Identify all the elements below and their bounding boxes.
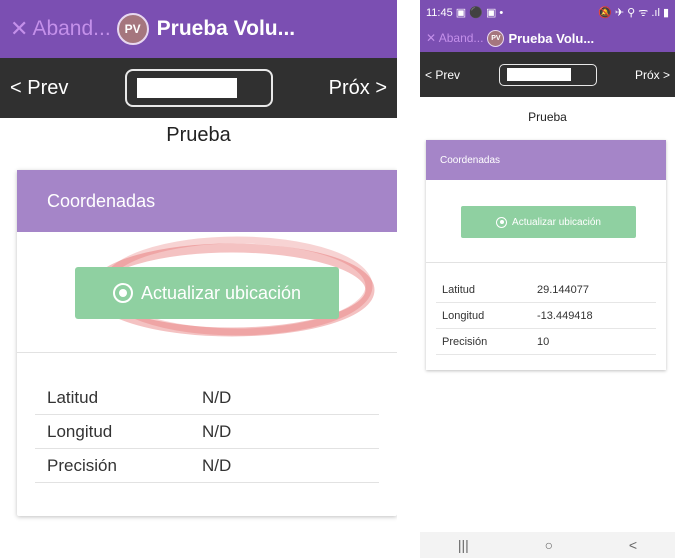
row-label: Longitud <box>47 421 113 441</box>
prev-button[interactable]: < Prev <box>420 68 465 82</box>
list-item: Latitud 29.144077 <box>436 277 656 303</box>
row-label: Latitud <box>47 387 99 407</box>
page-selector[interactable] <box>498 63 597 86</box>
list-item: Longitud -13.449418 <box>436 303 656 329</box>
update-location-button[interactable]: Actualizar ubicación <box>461 206 636 238</box>
button-area: Actualizar ubicación <box>17 232 397 353</box>
abandon-button[interactable]: ✕ Aband... <box>10 16 111 42</box>
row-label: Longitud <box>442 309 485 322</box>
form-title: Prueba <box>528 110 567 124</box>
android-nav-bar: ||| ○ < <box>420 532 675 558</box>
location-target-icon <box>112 283 133 303</box>
row-value: 29.144077 <box>537 283 589 296</box>
page-title: Prueba Volu... <box>508 30 595 46</box>
row-value: N/D <box>202 387 232 407</box>
row-value: N/D <box>202 421 232 441</box>
recent-apps-button[interactable]: ||| <box>458 537 469 553</box>
notification-icons: ▣ ⚫ ▣ • <box>455 6 504 19</box>
update-location-label: Actualizar ubicación <box>512 216 601 228</box>
list-item: Precisión 10 <box>436 329 656 355</box>
form-title: Prueba <box>166 124 231 146</box>
close-icon: ✕ <box>10 16 29 41</box>
page-title: Prueba Volu... <box>156 17 296 40</box>
list-item: Latitud N/D <box>35 381 379 415</box>
status-time: 11:45 <box>426 6 453 19</box>
coordinates-card: Coordenadas Actualizar ubicación Latitud… <box>426 140 666 370</box>
list-item: Longitud N/D <box>35 415 379 449</box>
avatar: PV <box>116 13 149 45</box>
coordinates-list: Latitud 29.144077 Longitud -13.449418 Pr… <box>426 263 666 355</box>
update-location-button[interactable]: Actualizar ubicación <box>75 267 339 319</box>
nav-bar: < Prev Próx > <box>420 52 675 97</box>
status-left: 11:45 ▣ ⚫ ▣ • <box>426 6 503 19</box>
nav-bar: < Prev Próx > <box>0 58 397 118</box>
location-target-icon <box>496 216 508 228</box>
abandon-label: Aband... <box>32 17 111 40</box>
row-label: Precisión <box>47 455 117 475</box>
row-value: N/D <box>202 455 232 475</box>
coordinates-list: Latitud N/D Longitud N/D Precisión N/D <box>17 353 397 483</box>
coordinates-card: Coordenadas Actualizar ubicación Latitud… <box>17 170 397 516</box>
phone-screen: 11:45 ▣ ⚫ ▣ • 🔕 ✈ ⚲ ᯤ .ıl ▮ ✕ Aband... P… <box>420 0 675 558</box>
page-selector[interactable] <box>124 69 273 107</box>
next-button[interactable]: Próx > <box>630 68 675 82</box>
card-title: Coordenadas <box>426 140 666 180</box>
prev-button[interactable]: < Prev <box>0 77 78 100</box>
row-value: 10 <box>537 335 550 348</box>
button-area: Actualizar ubicación <box>426 180 666 263</box>
list-item: Precisión N/D <box>35 449 379 483</box>
status-bar: 11:45 ▣ ⚫ ▣ • 🔕 ✈ ⚲ ᯤ .ıl ▮ <box>420 0 675 24</box>
page-selector-field <box>136 78 237 98</box>
abandon-button[interactable]: ✕ Aband... <box>426 31 483 45</box>
update-location-label: Actualizar ubicación <box>140 282 302 303</box>
row-label: Latitud <box>442 283 476 296</box>
home-button[interactable]: ○ <box>545 537 553 553</box>
back-button[interactable]: < <box>629 537 637 553</box>
zoomed-screen: ✕ Aband... PV Prueba Volu... < Prev Próx… <box>0 0 397 558</box>
card-title: Coordenadas <box>17 170 397 232</box>
row-value: -13.449418 <box>537 309 593 322</box>
row-label: Precisión <box>442 335 488 348</box>
app-bar: ✕ Aband... PV Prueba Volu... <box>0 0 397 58</box>
page-selector-field <box>506 68 571 81</box>
app-bar: ✕ Aband... PV Prueba Volu... <box>420 24 675 52</box>
next-button[interactable]: Próx > <box>319 77 397 100</box>
avatar: PV <box>487 29 505 47</box>
system-icons: 🔕 ✈ ⚲ ᯤ .ıl ▮ <box>598 6 669 19</box>
